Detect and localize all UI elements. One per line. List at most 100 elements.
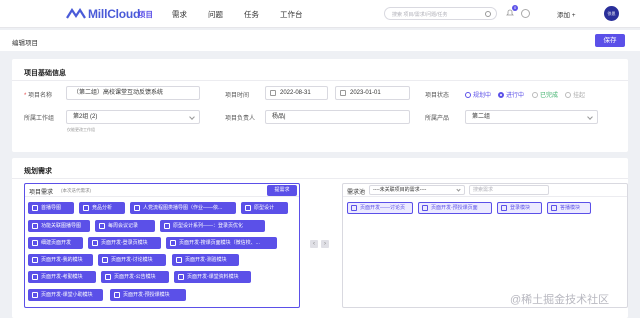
requirement-tag[interactable]: 首播导图 (28, 202, 74, 214)
clock-icon[interactable] (521, 9, 530, 18)
transfer-controls: ‹ › (310, 240, 329, 248)
box-header: 项目需求 (本次迭代需求) 提需求 (25, 184, 299, 197)
pool-requirement-tag[interactable]: 页面开发——讨论页 (347, 202, 413, 214)
basic-info-title: 项目基础信息 (24, 70, 66, 77)
document-icon (105, 274, 111, 280)
save-button[interactable]: 保存 (595, 34, 625, 47)
radio-icon (465, 91, 471, 98)
avatar[interactable]: 徐思 (604, 6, 619, 21)
status-radio-in-progress[interactable]: 进行中 (498, 90, 524, 99)
document-icon (92, 240, 98, 246)
document-icon (501, 205, 507, 211)
top-navbar: MillCloud 项目 需求 问题 任务 工作台 搜索 项目/需求/问题/任务… (0, 0, 640, 28)
document-icon (32, 205, 38, 211)
document-icon (32, 292, 38, 298)
project-name-input[interactable]: （第二组）高校课堂互动反馈系统 (66, 86, 200, 100)
pool-requirement-tag[interactable]: 答播模块 (547, 202, 591, 214)
nav-item-workbench[interactable]: 工作台 (280, 9, 303, 20)
status-radio-planning[interactable]: 规划中 (465, 90, 491, 99)
requirement-tag[interactable]: 页面开发-公告模块 (101, 271, 169, 283)
box-title: 项目需求 (29, 190, 54, 196)
workgroup-hint: 仅能更改工作组 (67, 127, 95, 132)
start-date-input[interactable]: 2022-08-31 (265, 86, 328, 100)
basic-info-card (12, 59, 628, 152)
document-icon (178, 274, 184, 280)
chevron-down-icon (189, 114, 195, 120)
divider (12, 80, 628, 81)
logo-icon (66, 8, 86, 20)
radio-icon (565, 91, 571, 98)
requirement-tag[interactable]: 页面开发-考勤模块 (28, 271, 96, 283)
owner-label: 项目负责人 (225, 116, 256, 122)
document-icon (351, 205, 357, 211)
page-title: 编辑项目 (12, 40, 38, 47)
document-icon (134, 205, 140, 211)
workgroup-select[interactable]: 第2组 (2) (66, 110, 200, 124)
requirement-tag[interactable]: 页面开发-课堂小助模块 (28, 289, 103, 301)
document-icon (422, 205, 428, 211)
document-icon (245, 205, 251, 211)
document-icon (176, 257, 182, 263)
nav-item-issues[interactable]: 问题 (208, 9, 223, 20)
requirement-tag[interactable]: 页面开发-预授课模块 (110, 289, 186, 301)
requirement-tag[interactable]: 页面开发-登录页模块 (88, 237, 161, 249)
project-time-label: 项目时间 (225, 93, 250, 99)
status-radio-completed[interactable]: 已完成 (532, 90, 558, 99)
add-button[interactable]: 添加 + (557, 9, 576, 19)
requirement-tag[interactable]: 页面开发-讨论模块 (98, 254, 166, 266)
watermark: @稀土掘金技术社区 (510, 294, 610, 306)
document-icon (114, 292, 120, 298)
pool-search-input[interactable]: 搜索需求 (469, 185, 549, 195)
workgroup-label: 所属工作组 (24, 116, 55, 122)
project-status-label: 项目状态 (425, 93, 450, 99)
status-radio-suspended[interactable]: 挂起 (565, 90, 585, 99)
requirement-tag[interactable]: 竞品分析 (79, 202, 125, 214)
end-date-input[interactable]: 2023-01-01 (335, 86, 410, 100)
requirement-tag[interactable]: 原型设计系列——：登录页优化 (160, 220, 265, 232)
move-left-icon[interactable]: ‹ (310, 240, 318, 248)
requirement-tag[interactable]: 页面开发-搜课页面模块（微信校、... (166, 237, 277, 249)
divider (12, 178, 628, 179)
pool-requirement-tag[interactable]: 页面开发-预授课页面 (418, 202, 492, 214)
product-select[interactable]: 第二组 (465, 110, 598, 124)
document-icon (32, 274, 38, 280)
document-icon (32, 257, 38, 263)
chevron-down-icon (587, 114, 593, 120)
requirement-tag[interactable]: 原型设计 (241, 202, 288, 214)
pick-requirement-button[interactable]: 提需求 (267, 185, 297, 196)
nav-item-requirements[interactable]: 需求 (172, 9, 187, 20)
nav-item-projects[interactable]: 项目 (138, 9, 153, 20)
move-right-icon[interactable]: › (321, 240, 329, 248)
requirement-tag[interactable]: 页面开发-测验模块 (172, 254, 239, 266)
global-search-input[interactable]: 搜索 项目/需求/问题/任务 (384, 7, 497, 20)
radio-icon (532, 91, 538, 98)
document-icon (102, 257, 108, 263)
box-header: 需求池 ----未关联项目的需求---- 搜索需求 (343, 184, 627, 197)
calendar-icon (270, 90, 276, 96)
requirement-tag[interactable]: 人党流程图类播导图（作业——依... (130, 202, 236, 214)
document-icon (83, 205, 89, 211)
search-icon (485, 11, 491, 17)
app-logo[interactable]: MillCloud (66, 7, 140, 21)
search-placeholder: 搜索 项目/需求/问题/任务 (392, 12, 448, 18)
calendar-icon (340, 90, 346, 96)
logo-text: MillCloud (88, 7, 141, 21)
requirement-tag[interactable]: 页面开发-我的模块 (28, 254, 93, 266)
page-header: 编辑项目 保存 (0, 30, 640, 51)
requirement-tag[interactable]: 每周会议记录 (95, 220, 155, 232)
requirement-tag[interactable]: 功能关联图播导图 (28, 220, 90, 232)
document-icon (32, 240, 38, 246)
document-icon (164, 223, 170, 229)
pool-filter-select[interactable]: ----未关联项目的需求---- (369, 185, 465, 195)
document-icon (32, 223, 38, 229)
owner-input[interactable]: 杨品| (265, 110, 410, 124)
product-label: 所属产品 (425, 116, 450, 122)
document-icon (551, 205, 557, 211)
project-name-label: * 项目名称 (24, 93, 53, 99)
requirement-tag[interactable]: 页面开发-课堂资料模块 (174, 271, 251, 283)
plan-title: 规划需求 (24, 168, 52, 175)
chevron-down-icon (456, 187, 461, 192)
requirement-tag[interactable]: 细建页面开发 (28, 237, 83, 249)
pool-requirement-tag[interactable]: 登录模块 (497, 202, 542, 214)
nav-item-tasks[interactable]: 任务 (244, 9, 259, 20)
